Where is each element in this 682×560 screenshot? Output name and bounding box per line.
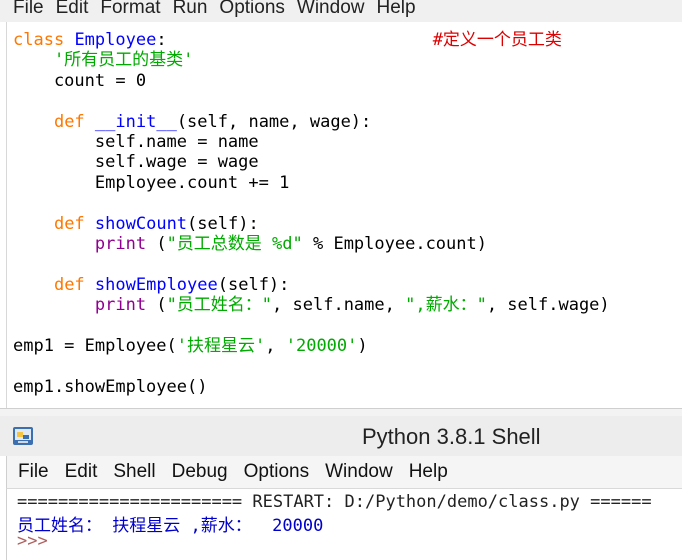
shell-menubar: File Edit Shell Debug Options Window Hel… <box>6 456 682 489</box>
function-name: showCount <box>94 213 188 234</box>
code-text: % Employee.count) <box>302 234 487 255</box>
shell-titlebar[interactable]: Python 3.8.1 Shell <box>0 416 682 456</box>
shell-menu-file[interactable]: File <box>7 461 57 483</box>
function-name: __init__ <box>94 111 177 132</box>
string: '20000' <box>285 336 358 357</box>
code-line: emp1.showEmployee() <box>13 376 208 397</box>
shell-menu-help[interactable]: Help <box>401 461 456 483</box>
docstring-line: '所有员工的基类' <box>13 50 194 71</box>
code-text: emp1 = Employee( <box>13 336 177 357</box>
shell-menu-debug[interactable]: Debug <box>164 461 236 483</box>
code-line: self.wage = wage <box>13 152 259 173</box>
code-text: , self.name, <box>272 295 406 316</box>
code-text: , <box>265 336 286 357</box>
code-text: ) <box>357 336 368 357</box>
code-text: (self): <box>217 274 290 295</box>
editor-menu-help[interactable]: Help <box>370 0 421 18</box>
builtin: print <box>94 234 147 255</box>
string: "员工姓名：" <box>166 295 273 316</box>
editor-menubar: File Edit Format Run Options Window Help <box>0 0 682 22</box>
code-text[interactable]: class Employee: #定义一个员工类 '所有员工的基类' count… <box>13 30 610 397</box>
shell-window-title: Python 3.8.1 Shell <box>362 424 541 449</box>
shell-menu-shell[interactable]: Shell <box>105 461 163 483</box>
code-text: (self): <box>187 213 259 234</box>
code-line: class Employee: #定义一个员工类 <box>13 30 562 50</box>
code-editor[interactable]: class Employee: #定义一个员工类 '所有员工的基类' count… <box>6 22 682 408</box>
editor-menu-window[interactable]: Window <box>291 0 371 18</box>
restart-line: ====================== RESTART: D:/Pytho… <box>17 492 652 512</box>
shell-menu-options[interactable]: Options <box>236 461 317 483</box>
shell-output-area[interactable]: ====================== RESTART: D:/Pytho… <box>6 489 682 560</box>
python-idle-icon <box>13 427 33 445</box>
shell-prompt[interactable]: >>> <box>17 531 48 551</box>
shell-menu-edit[interactable]: Edit <box>57 461 106 483</box>
keyword: def <box>53 213 85 234</box>
string: '扶程星云' <box>176 336 266 357</box>
string: "员工总数是 %d" <box>166 234 303 255</box>
string: ",薪水：" <box>405 295 487 316</box>
editor-menu-edit[interactable]: Edit <box>50 0 95 18</box>
colon: : <box>156 30 167 50</box>
shell-menu-window[interactable]: Window <box>317 461 401 483</box>
code-text: (self, name, wage): <box>176 111 372 132</box>
editor-menu-run[interactable]: Run <box>167 0 214 18</box>
code-line: Employee.count += 1 <box>13 172 290 193</box>
function-name: showEmployee <box>94 274 218 295</box>
program-output: 员工姓名： 扶程星云 ,薪水： 20000 <box>17 516 324 536</box>
comment: #定义一个员工类 <box>432 30 562 50</box>
class-name: Employee <box>74 30 157 50</box>
builtin: print <box>94 295 147 316</box>
editor-menu-file[interactable]: File <box>0 0 50 18</box>
code-line: count = 0 <box>13 70 147 91</box>
keyword: def <box>53 274 85 295</box>
keyword: def <box>53 111 85 132</box>
editor-menu-options[interactable]: Options <box>213 0 290 18</box>
editor-menu-format[interactable]: Format <box>94 0 166 18</box>
code-line: self.name = name <box>13 132 259 153</box>
code-text: , self.wage) <box>486 295 610 316</box>
keyword: class <box>13 30 65 50</box>
